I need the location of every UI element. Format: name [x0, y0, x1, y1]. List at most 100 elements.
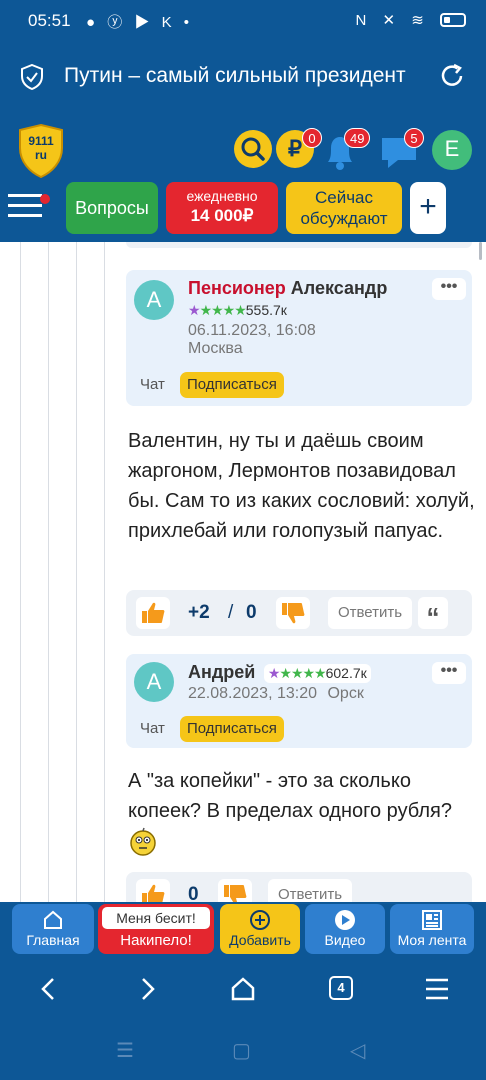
author-rating: ★★★★★555.7к [188, 302, 387, 320]
logo-line-2: ru [35, 148, 47, 162]
forward-icon[interactable] [134, 976, 160, 1002]
avatar[interactable]: A [134, 280, 174, 320]
home-icon [44, 910, 62, 929]
score-separator: / [228, 602, 234, 623]
thread-line [20, 242, 21, 902]
thread-line [76, 242, 77, 902]
thread-line [104, 242, 105, 902]
comment-actions: +2 / 0 Ответить “ [126, 590, 472, 636]
previous-actions-bar [126, 242, 472, 248]
notification-icons: ● ⓨ ▶ K • [86, 14, 193, 31]
author-name-prefix: Пенсионер [188, 278, 286, 298]
system-back-icon[interactable]: ◁ [350, 1038, 365, 1063]
home-button[interactable]: Главная [12, 904, 94, 954]
dislike-button[interactable] [276, 597, 310, 629]
reply-button[interactable]: Ответить [328, 597, 412, 629]
scrollbar[interactable] [479, 242, 482, 260]
search-icon [241, 137, 265, 161]
thumbs-down-icon [282, 603, 305, 624]
subscribe-button[interactable]: Подписаться [180, 372, 284, 398]
author-info: Пенсионер Александр ★★★★★555.7к 06.11.20… [188, 278, 387, 358]
logo-line-1: 9111 [28, 134, 54, 148]
like-button[interactable] [136, 879, 170, 902]
comments-feed[interactable]: A ••• Пенсионер Александр ★★★★★555.7к 06… [0, 242, 486, 902]
comment-date: 06.11.2023, 16:08 [188, 322, 316, 339]
nav-add-button[interactable]: + [410, 182, 446, 234]
more-options-button[interactable]: ••• [432, 278, 466, 300]
my-feed-label: Моя лента [397, 932, 467, 948]
system-home-icon[interactable]: ▢ [232, 1038, 251, 1063]
author-city: Орск [327, 685, 364, 702]
trending-line-2: обсуждают [300, 209, 388, 228]
shield-icon[interactable] [20, 64, 44, 90]
newspaper-icon [422, 910, 442, 930]
add-label: Добавить [229, 932, 291, 948]
author-line: Андрей ★★★★★602.7к [188, 662, 371, 683]
rating-value: 602.7к [325, 665, 367, 681]
author-info: Андрей ★★★★★602.7к 22.08.2023, 13:20 Орс… [188, 662, 371, 703]
smiley-emoji-icon [130, 827, 156, 856]
url-bar: Путин – самый сильный президент [0, 42, 486, 112]
nav-questions-button[interactable]: Вопросы [66, 182, 158, 234]
comment-author-card: A ••• Андрей ★★★★★602.7к 22.08.2023, 13:… [126, 654, 472, 748]
chat-button[interactable]: Чат [134, 372, 171, 398]
dislike-button[interactable] [218, 879, 252, 902]
author-name[interactable]: Андрей [188, 662, 255, 682]
quote-button[interactable]: “ [418, 597, 448, 632]
comment-author-card: A ••• Пенсионер Александр ★★★★★555.7к 06… [126, 270, 472, 406]
balance-badge: 0 [302, 128, 322, 148]
logo-text: 9111 ru [18, 134, 64, 162]
home-label: Главная [26, 932, 80, 948]
author-name[interactable]: Пенсионер Александр [188, 278, 387, 299]
battery-icon [440, 13, 466, 27]
clock: 05:51 [28, 11, 71, 30]
home-icon[interactable] [230, 976, 256, 1002]
thumbs-up-icon [142, 602, 165, 623]
rant-button[interactable]: Меня бесит! Накипело! [98, 904, 214, 954]
plus-circle-icon [250, 910, 270, 930]
play-icon [335, 910, 355, 930]
chat-button[interactable]: Чат [134, 716, 171, 742]
page-title[interactable]: Путин – самый сильный президент [64, 64, 424, 88]
author-name-rest: Александр [290, 278, 388, 298]
thread-line [48, 242, 49, 902]
daily-prize-amount: 14 000₽ [190, 206, 254, 225]
comment-meta: 22.08.2023, 13:20 Орск [188, 685, 371, 703]
comment-date: 22.08.2023, 13:20 [188, 685, 318, 702]
notifications-badge: 49 [344, 128, 371, 148]
hamburger-menu-icon[interactable] [8, 192, 44, 220]
recent-apps-icon[interactable]: ☰ [116, 1038, 134, 1063]
avatar[interactable]: A [134, 662, 174, 702]
author-city: Москва [188, 340, 243, 357]
reply-button[interactable]: Ответить [268, 879, 352, 902]
comment-text-body: А "за копейки" - это за сколько копеек? … [128, 770, 452, 822]
menu-notification-dot [40, 194, 50, 204]
thumbs-up-icon [142, 884, 165, 902]
rant-bottom-label: Накипело! [120, 932, 192, 949]
site-header: 9111 ru ₽ 0 49 5 E Вопросы ежедневно 14 … [0, 112, 486, 242]
nav-daily-prize-button[interactable]: ежедневно 14 000₽ [166, 182, 278, 234]
video-button[interactable]: Видео [305, 904, 385, 954]
my-feed-button[interactable]: Моя лента [390, 904, 474, 954]
status-bar: 05:51 ● ⓨ ▶ K • N ✕ ≋ [0, 0, 486, 42]
video-label: Видео [324, 932, 366, 948]
system-navigation-bar: ☰ ▢ ◁ [0, 1022, 486, 1080]
like-button[interactable] [136, 597, 170, 629]
reload-icon[interactable] [438, 62, 466, 90]
back-icon[interactable] [36, 976, 62, 1002]
comment-text: А "за копейки" - это за сколько копеек? … [128, 766, 478, 857]
rating-value: 555.7к [245, 302, 287, 318]
score: 0 [188, 884, 199, 902]
rant-top-label: Меня бесит! [102, 907, 210, 929]
more-options-button[interactable]: ••• [432, 662, 466, 684]
search-button[interactable] [234, 130, 272, 168]
nav-trending-button[interactable]: Сейчас обсуждают [286, 182, 402, 234]
add-button[interactable]: Добавить [220, 904, 300, 954]
comment-actions: 0 Ответить [126, 872, 472, 902]
subscribe-button[interactable]: Подписаться [180, 716, 284, 742]
score-minus: 0 [246, 602, 257, 623]
profile-avatar[interactable]: E [432, 130, 472, 170]
tabs-button[interactable]: 4 [329, 976, 353, 1000]
rating-stars-icon: ★★★★★ [267, 665, 327, 681]
menu-icon[interactable] [424, 976, 450, 1002]
